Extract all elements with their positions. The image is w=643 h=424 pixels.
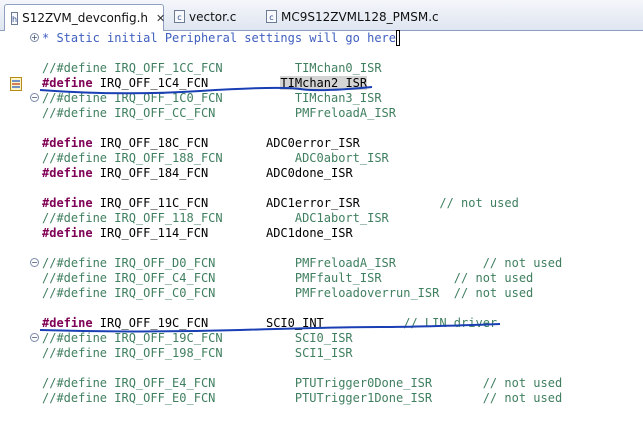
code-line: −//#define IRQ_OFF_1C0_FCN TIMchan3_ISR (0, 91, 643, 106)
code-line: #define IRQ_OFF_11C_FCN ADC1error_ISR //… (0, 196, 643, 211)
comment-text: //#define IRQ_OFF_C4_FCN PMFfault_ISR //… (42, 271, 534, 285)
code-line: −//#define IRQ_OFF_19C_FCN SCI0_ISR (0, 331, 643, 346)
macro-text: IRQ_OFF_184_FCN ADC0done_ISR (92, 166, 353, 180)
code-text: #define IRQ_OFF_184_FCN ADC0done_ISR (42, 166, 353, 181)
code-text: //#define IRQ_OFF_1CC_FCN TIMchan0_ISR (42, 61, 382, 76)
code-line: #define IRQ_OFF_114_FCN ADC1done_ISR (0, 226, 643, 241)
code-text: //#define IRQ_OFF_D0_FCN PMFreloadA_ISR … (42, 256, 562, 271)
expand-fold-icon[interactable]: + (30, 33, 39, 42)
code-line: #define IRQ_OFF_18C_FCN ADC0error_ISR (0, 136, 643, 151)
header-file-icon: h (11, 11, 19, 25)
code-text: //#define IRQ_OFF_C4_FCN PMFfault_ISR //… (42, 271, 533, 286)
code-text: //#define IRQ_OFF_118_FCN ADC1abort_ISR (42, 211, 389, 226)
code-text: #define IRQ_OFF_18C_FCN ADC0error_ISR (42, 136, 360, 151)
code-text: #define IRQ_OFF_11C_FCN ADC1error_ISR //… (42, 196, 519, 211)
code-line: + * Static initial Peripheral settings w… (0, 30, 643, 46)
collapse-fold-icon[interactable]: − (30, 333, 39, 342)
tab-label: vector.c (189, 9, 237, 24)
code-line: #define IRQ_OFF_184_FCN ADC0done_ISR (0, 166, 643, 181)
close-icon[interactable]: ✕ (156, 12, 165, 25)
code-line: //#define IRQ_OFF_CC_FCN PMFreloadA_ISR (0, 106, 643, 121)
define-keyword: #define (42, 196, 93, 210)
comment-text: //#define IRQ_OFF_198_FCN SCI1_ISR (42, 346, 353, 360)
code-text: //#define IRQ_OFF_1C0_FCN TIMchan3_ISR (42, 91, 382, 106)
comment-text: //#define IRQ_OFF_19C_FCN SCI0_ISR (42, 331, 353, 345)
code-line: //#define IRQ_OFF_118_FCN ADC1abort_ISR (0, 211, 643, 226)
highlighted-symbol: TIMchan2_ISR (280, 76, 368, 90)
code-line: //#define IRQ_OFF_C0_FCN PMFreloadoverru… (0, 286, 643, 301)
code-line: //#define IRQ_OFF_1CC_FCN TIMchan0_ISR (0, 61, 643, 76)
comment-text: //#define IRQ_OFF_188_FCN ADC0abort_ISR (42, 151, 389, 165)
comment-text: //#define IRQ_OFF_C0_FCN PMFreloadoverru… (42, 286, 534, 300)
code-text: //#define IRQ_OFF_E4_FCN PTUTrigger0Done… (42, 376, 562, 391)
macro-text: IRQ_OFF_114_FCN ADC1done_ISR (92, 226, 353, 240)
code-text: //#define IRQ_OFF_E0_FCN PTUTrigger1Done… (42, 391, 562, 406)
tab-label: S12ZVM_devconfig.h (22, 11, 148, 25)
editor-tab-bar: h S12ZVM_devconfig.h ✕ c vector.c c MC9S… (0, 0, 643, 31)
code-line: //#define IRQ_OFF_E4_FCN PTUTrigger0Done… (0, 376, 643, 391)
define-keyword: #define (42, 76, 93, 90)
code-text: //#define IRQ_OFF_188_FCN ADC0abort_ISR (42, 151, 389, 166)
code-text: //#define IRQ_OFF_19C_FCN SCI0_ISR (42, 331, 353, 346)
comment-text: //#define IRQ_OFF_118_FCN ADC1abort_ISR (42, 211, 389, 225)
define-keyword: #define (42, 316, 93, 330)
code-text: //#define IRQ_OFF_198_FCN SCI1_ISR (42, 346, 353, 361)
comment-text: //#define IRQ_OFF_D0_FCN PMFreloadA_ISR … (42, 256, 563, 270)
comment-text: //#define IRQ_OFF_1CC_FCN TIMchan0_ISR (42, 61, 382, 75)
comment-text: //#define IRQ_OFF_E0_FCN PTUTrigger1Done… (42, 391, 563, 405)
macro-text: IRQ_OFF_1C4_FCN (92, 76, 281, 90)
macro-text: IRQ_OFF_11C_FCN ADC1error_ISR (92, 196, 360, 210)
quick-diff-marker-icon (10, 76, 22, 91)
comment-text: //#define IRQ_OFF_E4_FCN PTUTrigger0Done… (42, 376, 563, 390)
collapsed-comment-marker[interactable] (396, 30, 401, 46)
define-keyword: #define (42, 136, 93, 150)
c-file-icon: c (266, 10, 277, 23)
tab-s12zvm-devconfig[interactable]: h S12ZVM_devconfig.h ✕ (4, 4, 165, 31)
code-line: //#define IRQ_OFF_188_FCN ADC0abort_ISR (0, 151, 643, 166)
macro-text: IRQ_OFF_19C_FCN SCI0_INT (92, 316, 324, 330)
code-line: //#define IRQ_OFF_C4_FCN PMFfault_ISR //… (0, 271, 643, 286)
code-text: //#define IRQ_OFF_C0_FCN PMFreloadoverru… (42, 286, 533, 301)
define-keyword: #define (42, 166, 93, 180)
collapsed-comment: * Static initial Peripheral settings wil… (42, 30, 401, 46)
code-line: //#define IRQ_OFF_198_FCN SCI1_ISR (0, 346, 643, 361)
define-keyword: #define (42, 226, 93, 240)
macro-text: IRQ_OFF_18C_FCN ADC0error_ISR (92, 136, 360, 150)
code-text: #define IRQ_OFF_114_FCN ADC1done_ISR (42, 226, 353, 241)
tab-label: MC9S12ZVML128_PMSM.c (281, 9, 439, 24)
code-line: #define IRQ_OFF_1C4_FCN TIMchan2_ISR (0, 76, 643, 91)
c-file-icon: c (174, 10, 185, 23)
comment-text: //#define IRQ_OFF_1C0_FCN TIMchan3_ISR (42, 91, 382, 105)
trailing-comment: // LIN driver (323, 316, 498, 330)
trailing-comment: // not used (359, 196, 519, 210)
code-text: #define IRQ_OFF_19C_FCN SCI0_INT // LIN … (42, 316, 497, 331)
collapse-fold-icon[interactable]: − (30, 93, 39, 102)
tab-vector-c[interactable]: c vector.c (168, 4, 258, 29)
code-text: //#define IRQ_OFF_CC_FCN PMFreloadA_ISR (42, 106, 396, 121)
code-text: #define IRQ_OFF_1C4_FCN TIMchan2_ISR (42, 76, 368, 91)
comment-text: //#define IRQ_OFF_CC_FCN PMFreloadA_ISR (42, 106, 397, 120)
tab-mc9s12zvml128-pmsm-c[interactable]: c MC9S12ZVML128_PMSM.c (260, 4, 460, 29)
code-line: −//#define IRQ_OFF_D0_FCN PMFreloadA_ISR… (0, 256, 643, 271)
code-line: //#define IRQ_OFF_E0_FCN PTUTrigger1Done… (0, 391, 643, 406)
code-line: #define IRQ_OFF_19C_FCN SCI0_INT // LIN … (0, 316, 643, 331)
collapse-fold-icon[interactable]: − (30, 258, 39, 267)
